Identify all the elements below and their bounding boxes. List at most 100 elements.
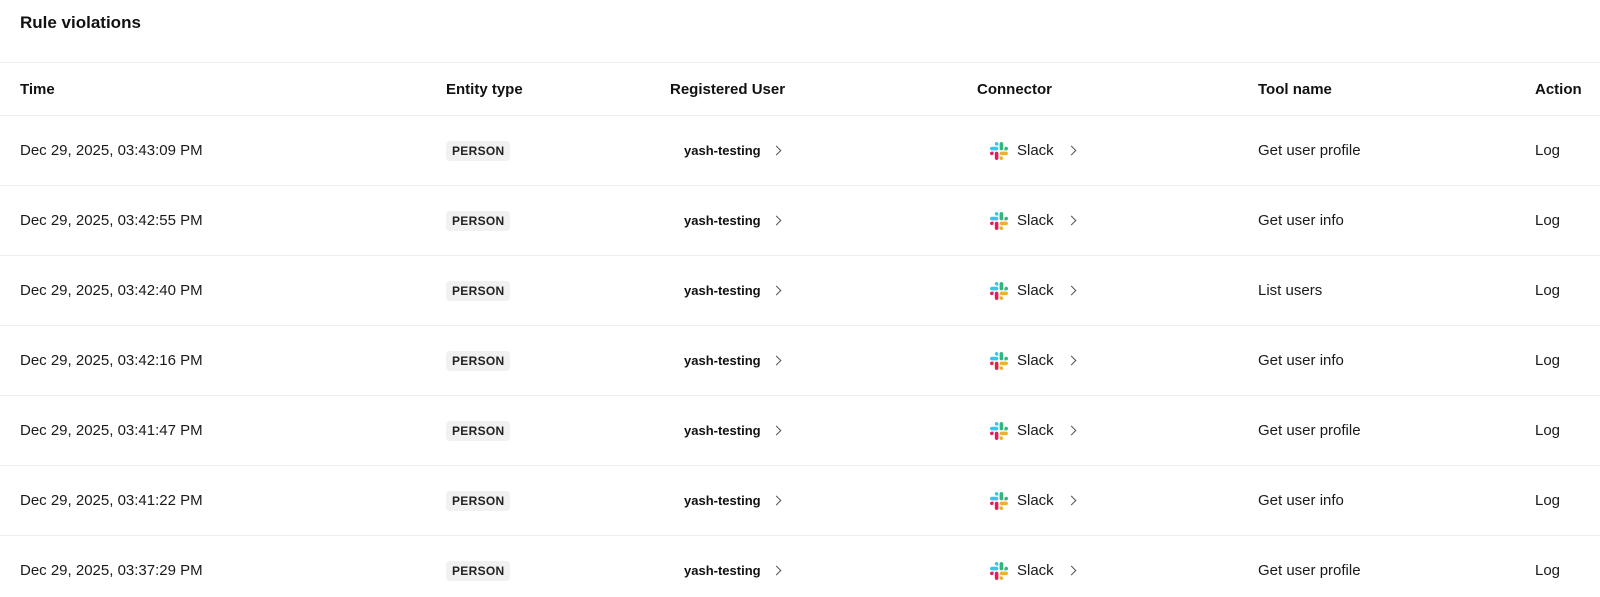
slack-icon (990, 421, 1008, 440)
table-row: Dec 29, 2025, 03:42:55 PM PERSON yash-te… (0, 186, 1600, 256)
row-entity-type: PERSON (446, 396, 511, 465)
row-connector: Slack (990, 536, 1077, 597)
row-time: Dec 29, 2025, 03:42:40 PM (20, 282, 203, 299)
table-header-row: Time Entity type Registered User Connect… (0, 63, 1600, 116)
row-tool-name: Get user info (1258, 352, 1344, 369)
row-time: Dec 29, 2025, 03:41:22 PM (20, 492, 203, 509)
registered-user-link[interactable]: yash-testing (684, 213, 782, 228)
chevron-right-icon (1066, 355, 1077, 366)
registered-user-link[interactable]: yash-testing (684, 423, 782, 438)
registered-user-link[interactable]: yash-testing (684, 353, 782, 368)
row-connector: Slack (990, 186, 1077, 255)
row-registered-user: yash-testing (684, 326, 782, 395)
row-tool-name: Get user profile (1258, 422, 1361, 439)
connector-name: Slack (1017, 282, 1054, 299)
chevron-right-icon (1066, 495, 1077, 506)
row-tool-name: Get user profile (1258, 142, 1361, 159)
entity-type-badge: PERSON (446, 280, 511, 301)
chevron-right-icon (1066, 425, 1077, 436)
row-tool-name: Get user info (1258, 212, 1344, 229)
entity-type-badge: PERSON (446, 140, 511, 161)
slack-icon (990, 351, 1008, 370)
row-registered-user: yash-testing (684, 186, 782, 255)
registered-user-link[interactable]: yash-testing (684, 283, 782, 298)
connector-link[interactable]: Slack (990, 351, 1077, 370)
connector-link[interactable]: Slack (990, 421, 1077, 440)
row-registered-user: yash-testing (684, 536, 782, 597)
row-connector: Slack (990, 466, 1077, 535)
registered-user-name: yash-testing (684, 493, 761, 508)
row-entity-type: PERSON (446, 536, 511, 597)
row-tool-name: List users (1258, 282, 1323, 299)
registered-user-link[interactable]: yash-testing (684, 563, 782, 578)
header-entity-type: Entity type (446, 80, 523, 98)
row-action: Log (1535, 562, 1561, 579)
row-registered-user: yash-testing (684, 466, 782, 535)
entity-type-badge: PERSON (446, 490, 511, 511)
connector-name: Slack (1017, 562, 1054, 579)
chevron-right-icon (771, 495, 782, 506)
row-registered-user: yash-testing (684, 396, 782, 465)
row-entity-type: PERSON (446, 326, 511, 395)
row-time: Dec 29, 2025, 03:37:29 PM (20, 562, 203, 579)
connector-link[interactable]: Slack (990, 141, 1077, 160)
registered-user-link[interactable]: yash-testing (684, 143, 782, 158)
slack-icon (990, 211, 1008, 230)
row-registered-user: yash-testing (684, 116, 782, 185)
connector-name: Slack (1017, 352, 1054, 369)
row-connector: Slack (990, 326, 1077, 395)
chevron-right-icon (1066, 565, 1077, 576)
row-tool-name: Get user profile (1258, 562, 1361, 579)
slack-icon (990, 141, 1008, 160)
chevron-right-icon (1066, 145, 1077, 156)
violations-table: Time Entity type Registered User Connect… (0, 62, 1600, 597)
connector-name: Slack (1017, 212, 1054, 229)
chevron-right-icon (1066, 285, 1077, 296)
registered-user-name: yash-testing (684, 143, 761, 158)
row-action: Log (1535, 282, 1561, 299)
chevron-right-icon (771, 145, 782, 156)
connector-link[interactable]: Slack (990, 211, 1077, 230)
row-entity-type: PERSON (446, 186, 511, 255)
page-title: Rule violations (20, 13, 141, 32)
rule-violations-page: Rule violations Time Entity type Registe… (0, 0, 1600, 597)
chevron-right-icon (771, 425, 782, 436)
entity-type-badge: PERSON (446, 350, 511, 371)
table-row: Dec 29, 2025, 03:43:09 PM PERSON yash-te… (0, 116, 1600, 186)
row-entity-type: PERSON (446, 256, 511, 325)
row-action: Log (1535, 422, 1561, 439)
slack-icon (990, 491, 1008, 510)
connector-link[interactable]: Slack (990, 281, 1077, 300)
chevron-right-icon (1066, 215, 1077, 226)
table-row: Dec 29, 2025, 03:37:29 PM PERSON yash-te… (0, 536, 1600, 597)
header-time: Time (20, 80, 55, 98)
slack-icon (990, 281, 1008, 300)
row-action: Log (1535, 352, 1561, 369)
registered-user-name: yash-testing (684, 423, 761, 438)
row-tool-name: Get user info (1258, 492, 1344, 509)
row-time: Dec 29, 2025, 03:42:55 PM (20, 212, 203, 229)
registered-user-name: yash-testing (684, 353, 761, 368)
chevron-right-icon (771, 215, 782, 226)
table-row: Dec 29, 2025, 03:42:16 PM PERSON yash-te… (0, 326, 1600, 396)
chevron-right-icon (771, 355, 782, 366)
connector-name: Slack (1017, 422, 1054, 439)
connector-name: Slack (1017, 492, 1054, 509)
header-action: Action (1535, 80, 1582, 98)
chevron-right-icon (771, 565, 782, 576)
row-connector: Slack (990, 256, 1077, 325)
row-time: Dec 29, 2025, 03:41:47 PM (20, 422, 203, 439)
row-action: Log (1535, 492, 1561, 509)
connector-link[interactable]: Slack (990, 491, 1077, 510)
registered-user-name: yash-testing (684, 563, 761, 578)
row-time: Dec 29, 2025, 03:43:09 PM (20, 142, 203, 159)
registered-user-link[interactable]: yash-testing (684, 493, 782, 508)
row-action: Log (1535, 212, 1561, 229)
row-action: Log (1535, 142, 1561, 159)
table-row: Dec 29, 2025, 03:41:22 PM PERSON yash-te… (0, 466, 1600, 536)
connector-link[interactable]: Slack (990, 561, 1077, 580)
chevron-right-icon (771, 285, 782, 296)
row-entity-type: PERSON (446, 466, 511, 535)
entity-type-badge: PERSON (446, 210, 511, 231)
registered-user-name: yash-testing (684, 213, 761, 228)
